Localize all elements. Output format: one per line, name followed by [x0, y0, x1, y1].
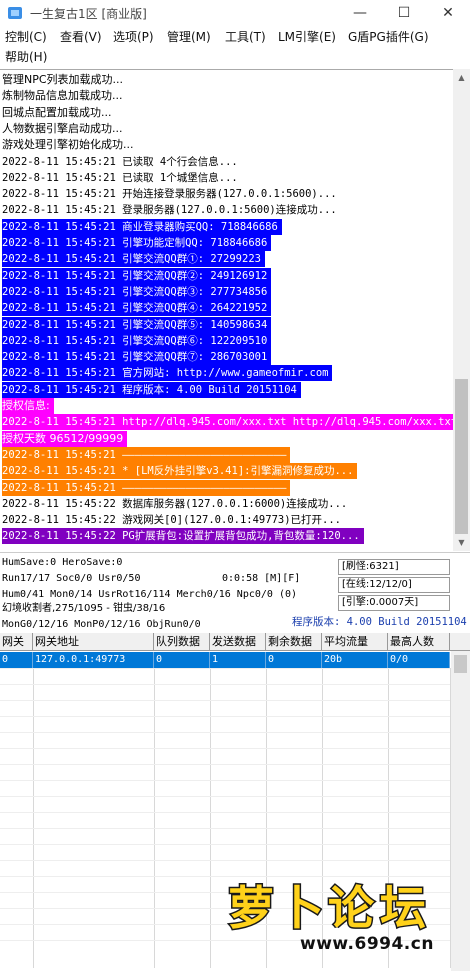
- online-box: [在线:12/12/0]: [338, 577, 450, 593]
- title-bar: 一生复古1区 [商业版] — ☐ ✕: [0, 0, 470, 26]
- status-run: Run17/17 Soc0/0 Usr0/50: [2, 573, 141, 584]
- grid-row-line: [0, 796, 450, 797]
- grid-row-line: [0, 812, 450, 813]
- cell-remaining: 0: [266, 652, 322, 668]
- grid-line: [154, 668, 155, 968]
- grid-line: [33, 668, 34, 968]
- status-uptime: 0:0:58 [M][F]: [222, 573, 301, 584]
- col-queue-data[interactable]: 队列数据: [154, 633, 210, 651]
- log-line: 管理NPC列表加载成功...: [2, 73, 124, 86]
- log-line: 2022-8-11 15:45:21 http://dlq.945.com/xx…: [2, 414, 453, 431]
- site-watermark-logo: 萝 卜 论 坛 www.6994.cn: [227, 872, 460, 964]
- close-button[interactable]: ✕: [426, 0, 470, 26]
- grid-row-line: [0, 844, 450, 845]
- log-panel[interactable]: 管理NPC列表加载成功... 炼制物品信息加载成功... 回城点配置加载成功... 人…: [0, 69, 453, 551]
- grid-row-line: [0, 748, 450, 749]
- col-send-data[interactable]: 发送数据: [210, 633, 266, 651]
- log-line: 炼制物品信息加载成功...: [2, 89, 123, 103]
- menu-lm-engine[interactable]: LM引擎(E): [278, 27, 336, 47]
- cell-address: 127.0.0.1:49773: [33, 652, 154, 668]
- grid-row-line: [0, 764, 450, 765]
- log-line: 2022-8-11 15:45:21 引擎交流QQ群⑦: 286703001: [2, 349, 272, 366]
- status-monster: 幻境收割者,275/1095 - 钳虫/38/16: [2, 603, 166, 614]
- log-line: 2022-8-11 15:45:22 PG扩展背包:设置扩展背包成功,背包数量:…: [2, 528, 364, 545]
- log-line: 2022-8-11 15:45:22 数据库服务器(127.0.0.1:6000…: [2, 497, 348, 510]
- log-line: 2022-8-11 15:45:21 —————————————————————…: [2, 446, 291, 463]
- logo-site-url: www.6994.cn: [300, 934, 434, 954]
- grid-row-line: [0, 780, 450, 781]
- log-line: 2022-8-11 15:45:21 * [LM反外挂引擎v3.41]:引擎漏洞…: [2, 463, 358, 480]
- menu-bar: 控制(C) 查看(V) 选项(P) 管理(M) 工具(T) LM引擎(E) G盾…: [0, 27, 470, 67]
- app-icon: [7, 5, 23, 21]
- log-line: 2022-8-11 15:45:21 引擎功能定制QQ: 718846686: [2, 235, 272, 251]
- log-line: 授权信息:: [2, 398, 54, 414]
- log-line: 2022-8-11 15:45:21 引擎交流QQ群④: 264221952: [2, 300, 272, 317]
- menu-manage[interactable]: 管理(M): [167, 27, 211, 47]
- grid-row-line: [0, 668, 450, 669]
- grid-row-line: [0, 732, 450, 733]
- log-line: 2022-8-11 15:45:21 引擎交流QQ群②: 249126912: [2, 267, 272, 284]
- table-header: 网关 网关地址 队列数据 发送数据 剩余数据 平均流量 最高人数: [0, 633, 470, 651]
- logo-char: 坛: [379, 880, 428, 937]
- col-remaining-data[interactable]: 剩余数据: [266, 633, 322, 651]
- menu-gdun-plugin[interactable]: G盾PG插件(G): [348, 27, 429, 47]
- cell-traffic: 20b: [322, 652, 388, 668]
- status-panel: HumSave:0 HeroSave:0 Run17/17 Soc0/0 Usr…: [0, 552, 470, 632]
- log-line: 2022-8-11 15:45:21 开始连接登录服务器(127.0.0.1:5…: [2, 188, 337, 201]
- grid-row-line: [0, 684, 450, 685]
- minimize-button[interactable]: —: [338, 0, 382, 26]
- log-line: 授权天数 96512/99999: [2, 430, 128, 447]
- menu-options[interactable]: 选项(P): [113, 27, 154, 47]
- log-line: 回城点配置加载成功...: [2, 105, 112, 119]
- maximize-button[interactable]: ☐: [382, 0, 426, 26]
- scroll-thumb[interactable]: [455, 379, 468, 534]
- cell-max-users: 0/0: [388, 652, 450, 668]
- log-line: 2022-8-11 15:45:21 —————————————————————…: [2, 479, 291, 496]
- status-save: HumSave:0 HeroSave:0: [2, 557, 123, 568]
- scroll-down-icon[interactable]: ▼: [453, 534, 470, 551]
- menu-view[interactable]: 查看(V): [60, 27, 102, 47]
- log-line: 2022-8-11 15:45:21 官方网站: http://www.game…: [2, 365, 333, 382]
- logo-char: 论: [327, 880, 376, 937]
- col-gateway[interactable]: 网关: [0, 633, 33, 651]
- log-line: 2022-8-11 15:45:21 引擎交流QQ群⑤: 140598634: [2, 316, 272, 333]
- log-line: 2022-8-11 15:45:21 引擎交流QQ群③: 277734856: [2, 283, 272, 300]
- cell-gateway: 0: [0, 652, 33, 668]
- cell-send: 1: [210, 652, 266, 668]
- log-line: 人物数据引擎启动成功...: [2, 121, 123, 135]
- log-line: 2022-8-11 15:45:21 登录服务器(127.0.0.1:5600)…: [2, 204, 337, 217]
- log-scrollbar[interactable]: ▲ ▼: [453, 69, 470, 551]
- col-avg-traffic[interactable]: 平均流量: [322, 633, 388, 651]
- menu-tools[interactable]: 工具(T): [225, 27, 266, 47]
- window-title: 一生复古1区 [商业版]: [30, 7, 147, 21]
- program-version: 程序版本: 4.00 Build 20151104: [292, 616, 467, 628]
- menu-help[interactable]: 帮助(H): [5, 47, 47, 67]
- log-line: 2022-8-11 15:45:21 已读取 4个行会信息...: [2, 155, 238, 168]
- table-scroll-thumb[interactable]: [454, 655, 467, 673]
- col-gateway-address[interactable]: 网关地址: [33, 633, 154, 651]
- grid-row-line: [0, 860, 450, 861]
- log-line: 2022-8-11 15:45:21 程序版本: 4.00 Build 2015…: [2, 381, 301, 398]
- grid-row-line: [0, 716, 450, 717]
- status-mon-run: MonG0/12/16 MonP0/12/16 ObjRun0/0: [2, 619, 201, 630]
- logo-char: 萝: [227, 880, 276, 937]
- grid-line: [210, 668, 211, 968]
- grid-row-line: [0, 828, 450, 829]
- logo-char: 卜: [277, 880, 326, 937]
- log-line: 游戏处理引擎初始化成功...: [2, 138, 134, 152]
- grid-row-line: [0, 700, 450, 701]
- log-line: 2022-8-11 15:45:21 商业登录器购买QQ: 718846686: [2, 218, 282, 235]
- col-max-users[interactable]: 最高人数: [388, 633, 450, 651]
- log-line: 2022-8-11 15:45:21 已读取 1个城堡信息...: [2, 171, 238, 184]
- cell-queue: 0: [154, 652, 210, 668]
- log-line: 2022-8-11 15:45:21 引擎交流QQ群⑥: 122209510: [2, 332, 272, 349]
- menu-control[interactable]: 控制(C): [5, 27, 47, 47]
- log-line: 2022-8-11 15:45:21 引擎交流QQ群①: 27299223: [2, 251, 265, 268]
- refresh-monster-box: [刷怪:6321]: [338, 559, 450, 575]
- log-line: 2022-8-11 15:45:22 游戏网关[0](127.0.0.1:497…: [2, 514, 342, 527]
- table-row[interactable]: 0 127.0.0.1:49773 0 1 0 20b 0/0: [0, 652, 450, 668]
- engine-box: [引擎:0.0007天]: [338, 595, 450, 611]
- scroll-up-icon[interactable]: ▲: [453, 69, 470, 86]
